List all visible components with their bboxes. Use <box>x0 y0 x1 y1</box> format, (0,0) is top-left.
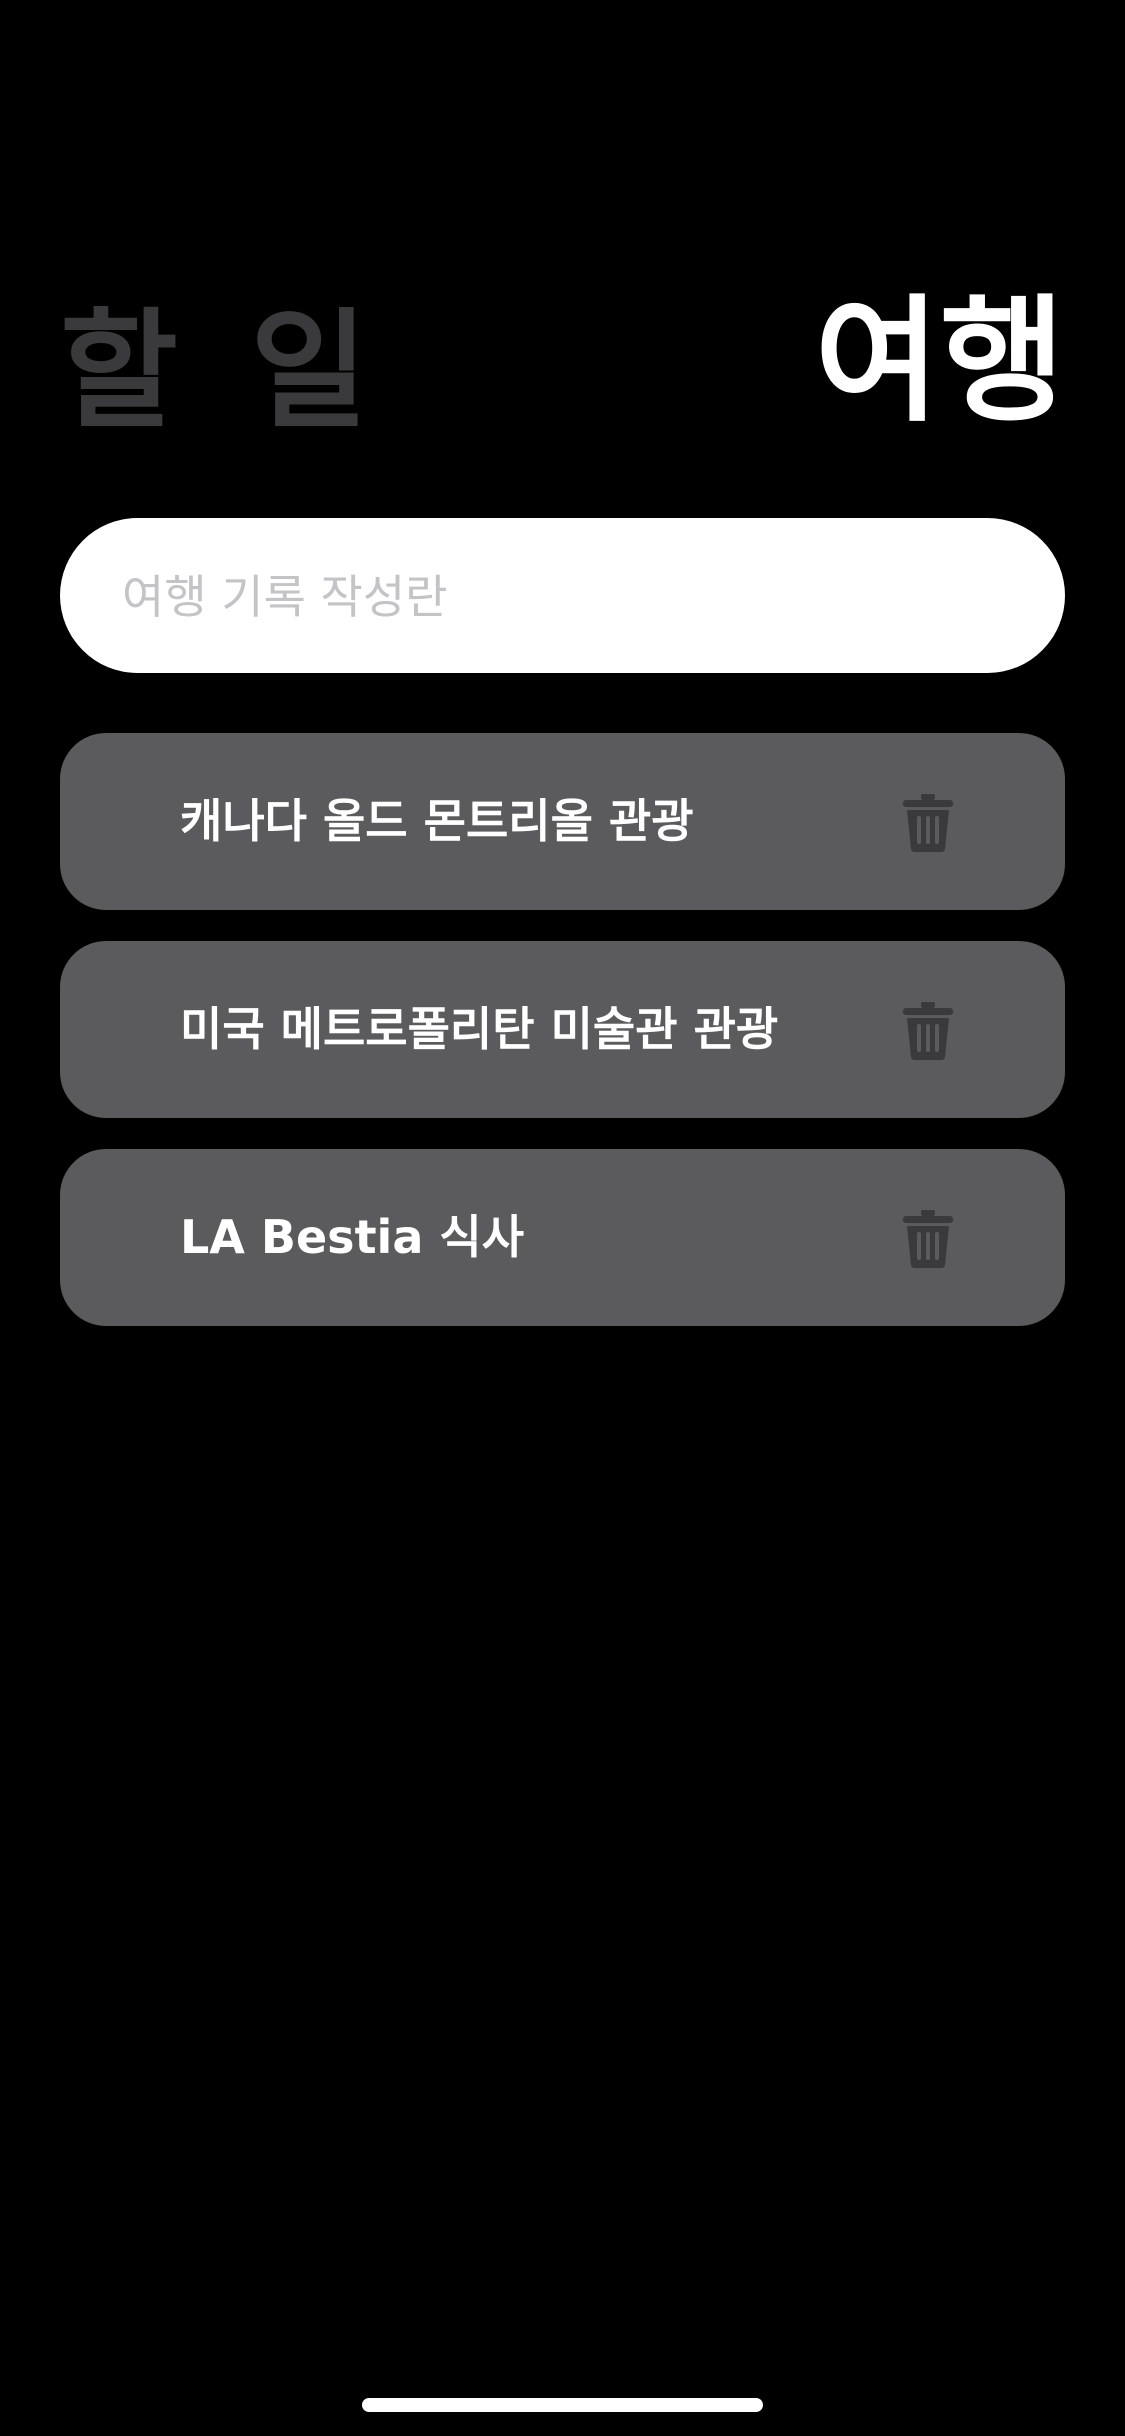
trash-icon[interactable] <box>901 793 955 853</box>
list-item[interactable]: 미국 메트로폴리탄 미술관 관광 <box>60 941 1065 1118</box>
list-item[interactable]: 캐나다 올드 몬트리올 관광 <box>60 733 1065 910</box>
tab-todo[interactable]: 할 일 <box>60 308 382 436</box>
travel-record-input-container <box>60 518 1065 675</box>
travel-list: 캐나다 올드 몬트리올 관광 미국 메트로폴리탄 미술관 관광 LA Besti… <box>60 733 1065 1357</box>
header: 할 일 여행 <box>60 290 1065 450</box>
trash-icon[interactable] <box>901 1001 955 1061</box>
home-indicator[interactable] <box>362 2398 763 2412</box>
travel-record-input[interactable] <box>120 518 1005 675</box>
trash-icon[interactable] <box>901 1209 955 1269</box>
list-item-label: LA Bestia 식사 <box>180 1210 525 1264</box>
list-item[interactable]: LA Bestia 식사 <box>60 1149 1065 1326</box>
list-item-label: 캐나다 올드 몬트리올 관광 <box>180 794 694 848</box>
tab-travel[interactable]: 여행 <box>815 294 1065 430</box>
list-item-label: 미국 메트로폴리탄 미술관 관광 <box>180 1002 779 1056</box>
